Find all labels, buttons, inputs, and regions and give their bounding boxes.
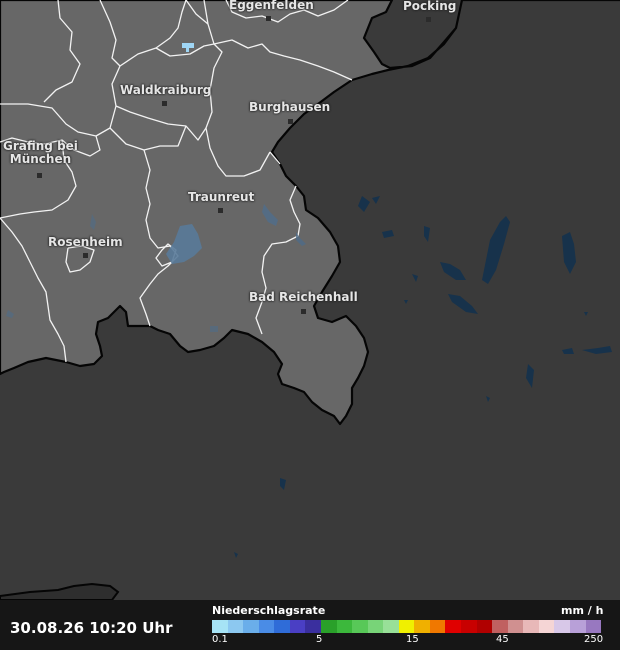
scale-swatch bbox=[258, 620, 275, 633]
scale-swatch bbox=[429, 620, 446, 633]
legend-unit: mm / h bbox=[561, 604, 604, 617]
city-marker-bad-reichenhall bbox=[301, 309, 306, 314]
scale-swatch bbox=[352, 620, 368, 633]
scale-swatch bbox=[507, 620, 524, 633]
color-scale bbox=[212, 620, 602, 633]
scale-swatch bbox=[569, 620, 586, 633]
scale-swatch bbox=[492, 620, 508, 633]
city-marker-burghausen bbox=[288, 119, 293, 124]
timestamp-label: 30.08.26 10:20 Uhr bbox=[10, 619, 173, 637]
scale-swatch bbox=[336, 620, 353, 633]
city-marker-traunreut bbox=[218, 208, 223, 213]
scale-swatch bbox=[398, 620, 415, 633]
scale-swatch bbox=[445, 620, 461, 633]
city-marker-waldkraiburg bbox=[162, 101, 167, 106]
city-marker-pocking bbox=[426, 17, 431, 22]
scale-swatch bbox=[305, 620, 321, 633]
scale-swatch bbox=[274, 620, 290, 633]
scale-swatch bbox=[585, 620, 602, 633]
legend-bar: 30.08.26 10:20 Uhr Niederschlagsrate mm … bbox=[0, 600, 620, 650]
city-label-rosenheim: Rosenheim bbox=[48, 235, 123, 249]
scale-swatch bbox=[523, 620, 539, 633]
map-area[interactable]: Eggenfelden Pocking Waldkraiburg Burghau… bbox=[0, 0, 620, 601]
scale-swatch bbox=[320, 620, 337, 633]
city-marker-rosenheim bbox=[83, 253, 88, 258]
scale-swatch bbox=[243, 620, 259, 633]
city-label-bad-reichenhall: Bad Reichenhall bbox=[249, 290, 358, 304]
scale-tick-1: 5 bbox=[316, 634, 323, 645]
scale-swatch bbox=[554, 620, 570, 633]
scale-swatch bbox=[538, 620, 555, 633]
city-label-pocking: Pocking bbox=[403, 0, 457, 13]
scale-tick-2: 15 bbox=[406, 634, 419, 645]
scale-tick-4: 250 bbox=[584, 634, 604, 645]
scale-swatch bbox=[227, 620, 244, 633]
scale-swatch bbox=[289, 620, 306, 633]
scale-swatch bbox=[414, 620, 430, 633]
city-label-eggenfelden: Eggenfelden bbox=[229, 0, 314, 12]
scale-swatch bbox=[461, 620, 477, 633]
city-label-burghausen: Burghausen bbox=[249, 100, 331, 114]
scale-swatch bbox=[212, 620, 228, 633]
city-marker-eggenfelden bbox=[266, 16, 271, 21]
scale-tick-0: 0.1 bbox=[212, 634, 228, 645]
city-label-traunreut: Traunreut bbox=[188, 190, 255, 204]
city-marker-grafing bbox=[37, 173, 42, 178]
scale-tick-3: 45 bbox=[496, 634, 509, 645]
city-label-grafing: Grafing bei München bbox=[3, 139, 78, 166]
scale-swatch bbox=[476, 620, 493, 633]
city-label-waldkraiburg: Waldkraiburg bbox=[120, 83, 212, 97]
scale-swatch bbox=[367, 620, 384, 633]
scale-swatch bbox=[383, 620, 399, 633]
legend-title: Niederschlagsrate bbox=[212, 604, 326, 617]
